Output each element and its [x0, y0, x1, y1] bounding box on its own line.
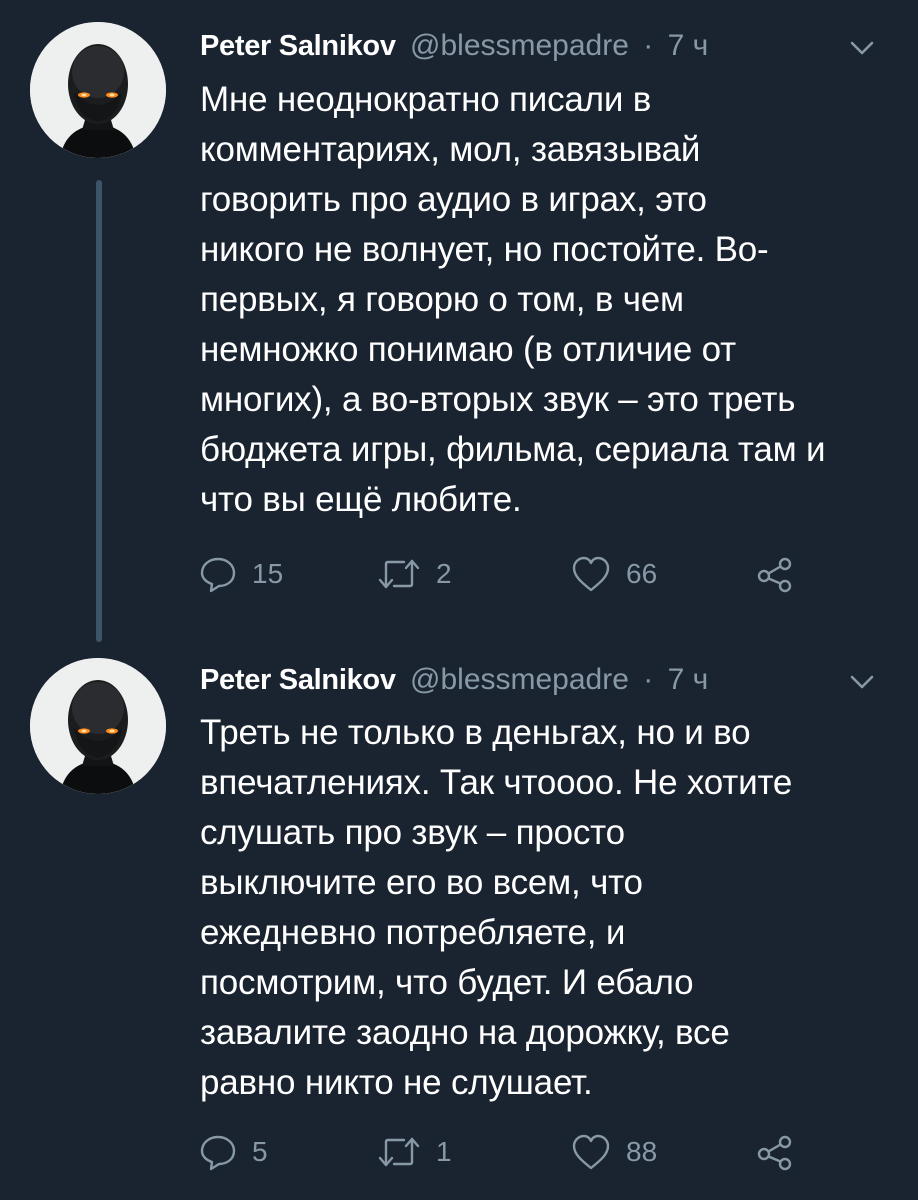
author-name[interactable]: Peter Salnikov [200, 664, 396, 696]
tweet[interactable]: Peter Salnikov @blessmepadre · 7 ч Треть… [0, 640, 918, 1200]
tweet-actions: 5 1 88 [198, 1130, 818, 1174]
timestamp[interactable]: 7 ч [668, 663, 709, 696]
reply-count: 15 [252, 558, 284, 589]
timestamp[interactable]: 7 ч [668, 29, 709, 62]
chevron-down-icon[interactable] [848, 672, 876, 692]
tweet[interactable]: Peter Salnikov @blessmepadre · 7 ч Мне н… [0, 0, 918, 642]
thread-line [96, 180, 102, 642]
share-button[interactable] [754, 1130, 796, 1174]
tweet-actions: 15 2 66 [198, 552, 818, 596]
separator-dot: · [643, 29, 654, 62]
retweet-icon [378, 1137, 420, 1167]
author-handle[interactable]: @blessmepadre [410, 663, 629, 696]
retweet-count: 2 [436, 558, 452, 589]
retweet-button[interactable]: 2 [376, 552, 452, 596]
retweet-icon [378, 559, 420, 589]
reply-button[interactable]: 15 [198, 552, 283, 596]
reply-button[interactable]: 5 [198, 1130, 268, 1174]
retweet-button[interactable]: 1 [376, 1130, 452, 1174]
author-handle[interactable]: @blessmepadre [410, 29, 629, 62]
share-button[interactable] [754, 552, 796, 596]
share-icon [757, 557, 792, 593]
tweet-text: Мне неоднократно писали в комментариях, … [200, 80, 826, 519]
avatar-image [30, 22, 166, 158]
tweet-header: Peter Salnikov @blessmepadre · 7 ч [200, 660, 708, 700]
like-count: 66 [626, 558, 658, 589]
reply-count: 5 [252, 1136, 268, 1167]
like-count: 88 [626, 1136, 658, 1167]
heart-icon [572, 556, 610, 592]
author-name[interactable]: Peter Salnikov [200, 30, 396, 62]
avatar[interactable] [30, 22, 166, 158]
like-button[interactable]: 88 [570, 1130, 657, 1174]
share-icon [757, 1135, 792, 1171]
reply-icon [200, 1135, 236, 1171]
avatar-image [30, 658, 166, 794]
retweet-count: 1 [436, 1136, 452, 1167]
avatar[interactable] [30, 658, 166, 794]
heart-icon [572, 1134, 610, 1170]
tweet-header: Peter Salnikov @blessmepadre · 7 ч [200, 26, 708, 66]
tweet-text: Треть не только в деньгах, но и во впеча… [200, 713, 793, 1102]
chevron-down-icon[interactable] [848, 38, 876, 58]
reply-icon [200, 557, 236, 593]
separator-dot: · [643, 663, 654, 696]
like-button[interactable]: 66 [570, 552, 657, 596]
